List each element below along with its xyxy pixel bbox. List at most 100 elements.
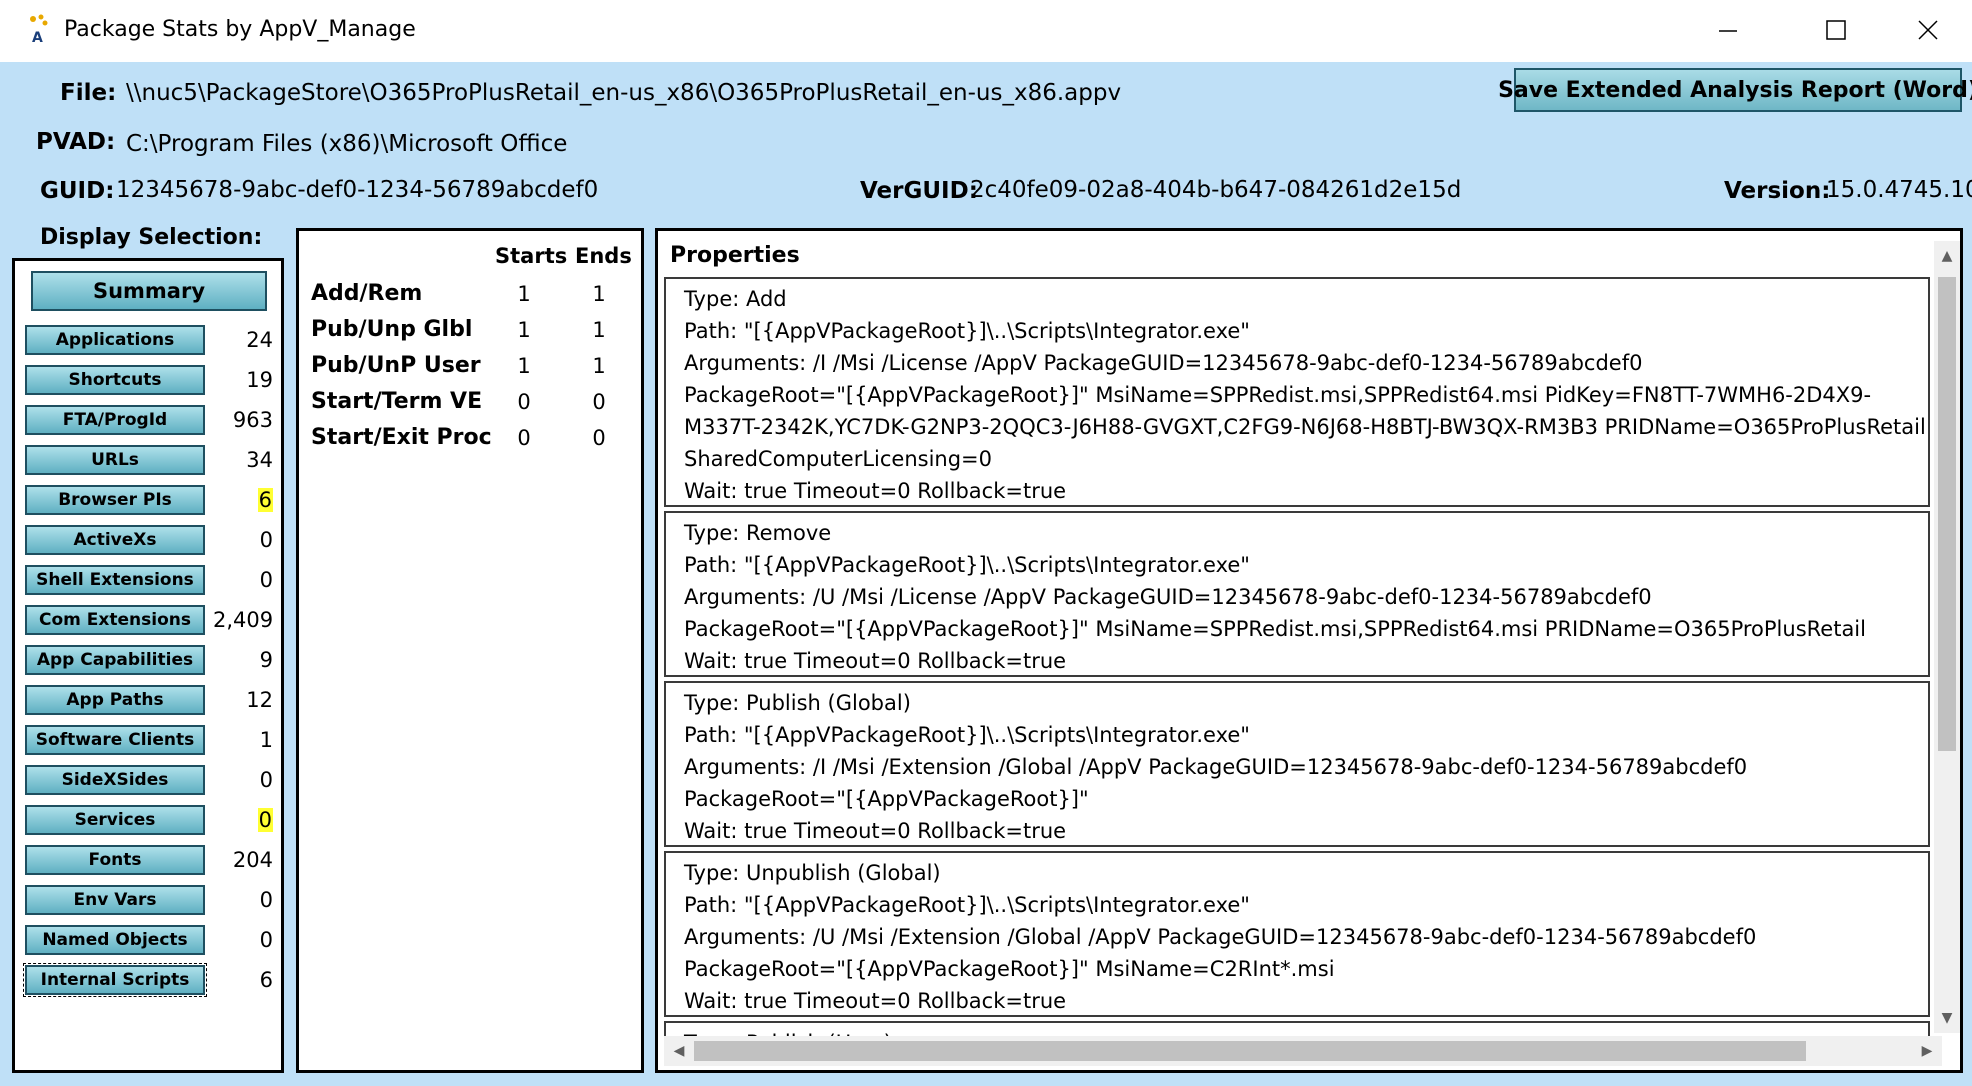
named-objects-button[interactable]: Named Objects <box>25 925 205 955</box>
urls-button[interactable]: URLs <box>25 445 205 475</box>
card-line: Type: Remove <box>684 521 832 545</box>
card-line: Arguments: /U /Msi /License /AppV Packag… <box>684 585 1652 609</box>
file-label: File: <box>60 80 117 106</box>
script-card-remove[interactable]: Type: Remove Path: "[{AppVPackageRoot}]\… <box>664 511 1930 677</box>
properties-panel: Properties Type: Add Path: "[{AppVPackag… <box>655 228 1963 1073</box>
version-label: Version: <box>1724 178 1831 204</box>
row-label: Start/Term VE <box>311 389 483 414</box>
card-line: Path: "[{AppVPackageRoot}]\..\Scripts\In… <box>684 893 1250 917</box>
close-button[interactable] <box>1908 10 1948 50</box>
maximize-icon <box>1826 20 1846 40</box>
applications-count: 24 <box>246 328 273 352</box>
vertical-scroll-thumb[interactable] <box>1938 277 1956 751</box>
services-button[interactable]: Services <box>25 805 205 835</box>
svg-text:A: A <box>32 30 43 44</box>
row-ends: 0 <box>592 390 606 414</box>
sidexsides-button[interactable]: SideXSides <box>25 765 205 795</box>
row-ends: 1 <box>592 282 606 306</box>
row-starts: 1 <box>517 318 531 342</box>
row-starts: 0 <box>517 426 531 450</box>
card-line: Arguments: /I /Msi /Extension /Global /A… <box>684 755 1748 779</box>
verguid-label: VerGUID: <box>860 178 978 204</box>
shortcuts-button[interactable]: Shortcuts <box>25 365 205 395</box>
card-line: PackageRoot="[{AppVPackageRoot}]" MsiNam… <box>684 383 1872 407</box>
activexs-button[interactable]: ActiveXs <box>25 525 205 555</box>
card-line: SharedComputerLicensing=0 <box>684 447 993 471</box>
card-line: Type: Publish (Global) <box>684 691 911 715</box>
scroll-left-icon[interactable]: ◀ <box>664 1036 694 1066</box>
app-paths-count: 12 <box>246 688 273 712</box>
services-count: 0 <box>257 808 273 832</box>
internal-scripts-count: 6 <box>259 968 273 992</box>
save-report-button[interactable]: Save Extended Analysis Report (Word) <box>1498 68 1972 112</box>
app-paths-button[interactable]: App Paths <box>25 685 205 715</box>
close-icon <box>1918 20 1938 40</box>
version-value: 15.0.4745.1002 <box>1826 177 1972 203</box>
software-clients-count: 1 <box>259 728 273 752</box>
scroll-up-icon[interactable]: ▲ <box>1934 241 1960 271</box>
row-label: Pub/Unp Glbl <box>311 317 473 342</box>
guid-label: GUID: <box>40 178 115 204</box>
app-capabilities-button[interactable]: App Capabilities <box>25 645 205 675</box>
script-card-unpublish-global[interactable]: Type: Unpublish (Global) Path: "[{AppVPa… <box>664 851 1930 1017</box>
sidexsides-count: 0 <box>259 768 273 792</box>
urls-count: 34 <box>246 448 273 472</box>
internal-scripts-button[interactable]: Internal Scripts <box>23 963 207 997</box>
horizontal-scrollbar[interactable]: ◀ ▶ <box>664 1036 1942 1066</box>
row-ends: 1 <box>592 318 606 342</box>
display-selection-title: Display Selection: <box>40 225 263 250</box>
card-line: PackageRoot="[{AppVPackageRoot}]" MsiNam… <box>684 957 1335 981</box>
fonts-count: 204 <box>232 848 273 872</box>
minimize-button[interactable] <box>1708 10 1748 50</box>
card-line: Wait: true Timeout=0 Rollback=true <box>684 819 1067 843</box>
card-line: PackageRoot="[{AppVPackageRoot}]" MsiNam… <box>684 617 1866 641</box>
card-line: PackageRoot="[{AppVPackageRoot}]" <box>684 787 1089 811</box>
card-line: Arguments: /I /Msi /License /AppV Packag… <box>684 351 1643 375</box>
ends-column-header: Ends <box>575 244 632 268</box>
row-starts: 0 <box>517 390 531 414</box>
script-card-publish-global[interactable]: Type: Publish (Global) Path: "[{AppVPack… <box>664 681 1930 847</box>
row-label: Pub/UnP User <box>311 353 481 378</box>
card-line: Wait: true Timeout=0 Rollback=true <box>684 479 1067 503</box>
activexs-count: 0 <box>259 528 273 552</box>
script-card-add[interactable]: Type: Add Path: "[{AppVPackageRoot}]\..\… <box>664 277 1930 507</box>
vertical-scrollbar[interactable]: ▲ ▼ <box>1934 241 1960 1033</box>
starts-column-header: Starts <box>495 244 568 268</box>
pvad-label: PVAD: <box>36 129 116 155</box>
browser-pis-button[interactable]: Browser PIs <box>25 485 205 515</box>
fonts-button[interactable]: Fonts <box>25 845 205 875</box>
card-line: Type: Unpublish (Global) <box>684 861 941 885</box>
software-clients-button[interactable]: Software Clients <box>25 725 205 755</box>
row-starts: 1 <box>517 282 531 306</box>
fta-progid-button[interactable]: FTA/ProgId <box>25 405 205 435</box>
guid-value: 12345678-9abc-def0-1234-56789abcdef0 <box>116 177 599 203</box>
scroll-right-icon[interactable]: ▶ <box>1912 1036 1942 1066</box>
app-icon: A <box>30 14 48 44</box>
title-bar: A Package Stats by AppV_Manage <box>0 0 1972 62</box>
shell-extensions-button[interactable]: Shell Extensions <box>25 565 205 595</box>
row-starts: 1 <box>517 354 531 378</box>
env-vars-button[interactable]: Env Vars <box>25 885 205 915</box>
shortcuts-count: 19 <box>246 368 273 392</box>
verguid-value: 2c40fe09-02a8-404b-b647-084261d2e15d <box>970 177 1462 203</box>
browser-pis-count: 6 <box>257 488 273 512</box>
applications-button[interactable]: Applications <box>25 325 205 355</box>
fta-progid-count: 963 <box>232 408 273 432</box>
card-line: Wait: true Timeout=0 Rollback=true <box>684 649 1067 673</box>
card-line: Path: "[{AppVPackageRoot}]\..\Scripts\In… <box>684 553 1250 577</box>
minimize-icon <box>1719 30 1737 32</box>
horizontal-scroll-thumb[interactable] <box>694 1041 1806 1061</box>
maximize-button[interactable] <box>1816 10 1856 50</box>
named-objects-count: 0 <box>259 928 273 952</box>
app-capabilities-count: 9 <box>259 648 273 672</box>
properties-title: Properties <box>670 243 800 268</box>
com-extensions-button[interactable]: Com Extensions <box>25 605 205 635</box>
summary-button[interactable]: Summary <box>31 271 267 311</box>
scripts-summary-panel: Starts Ends Add/Rem 1 1 Pub/Unp Glbl 1 1… <box>296 228 644 1073</box>
card-line: Type: Add <box>684 287 787 311</box>
card-line: M337T-2342K,YC7DK-G2NP3-2QQC3-J6H88-GVGX… <box>684 415 1926 439</box>
scroll-down-icon[interactable]: ▼ <box>1934 1003 1960 1033</box>
card-line: Wait: true Timeout=0 Rollback=true <box>684 989 1067 1013</box>
row-ends: 1 <box>592 354 606 378</box>
row-label: Add/Rem <box>311 281 423 306</box>
